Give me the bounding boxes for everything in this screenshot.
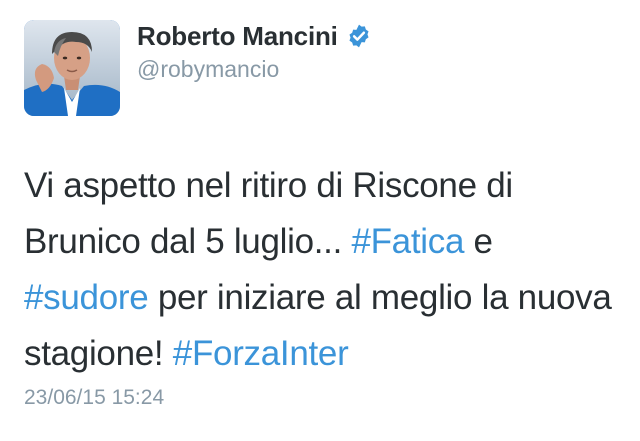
tweet-timestamp[interactable]: 23/06/15 15:24 xyxy=(24,386,164,410)
tweet-header: Roberto Mancini @robymancio xyxy=(137,18,372,83)
display-name[interactable]: Roberto Mancini xyxy=(137,21,338,52)
name-row: Roberto Mancini xyxy=(137,18,372,54)
hashtag-link[interactable]: #ForzaInter xyxy=(173,334,349,373)
tweet-card: Roberto Mancini @robymancio Vi aspetto n… xyxy=(0,0,640,441)
tweet-text-segment: e xyxy=(464,222,493,261)
user-handle[interactable]: @robymancio xyxy=(137,56,372,83)
hashtag-link[interactable]: #sudore xyxy=(24,278,149,317)
tweet-text: Vi aspetto nel ritiro di Riscone di Brun… xyxy=(24,158,624,382)
avatar[interactable] xyxy=(24,20,120,116)
avatar-photo xyxy=(24,20,120,116)
verified-badge-icon xyxy=(346,23,372,49)
hashtag-link[interactable]: #Fatica xyxy=(351,222,464,261)
